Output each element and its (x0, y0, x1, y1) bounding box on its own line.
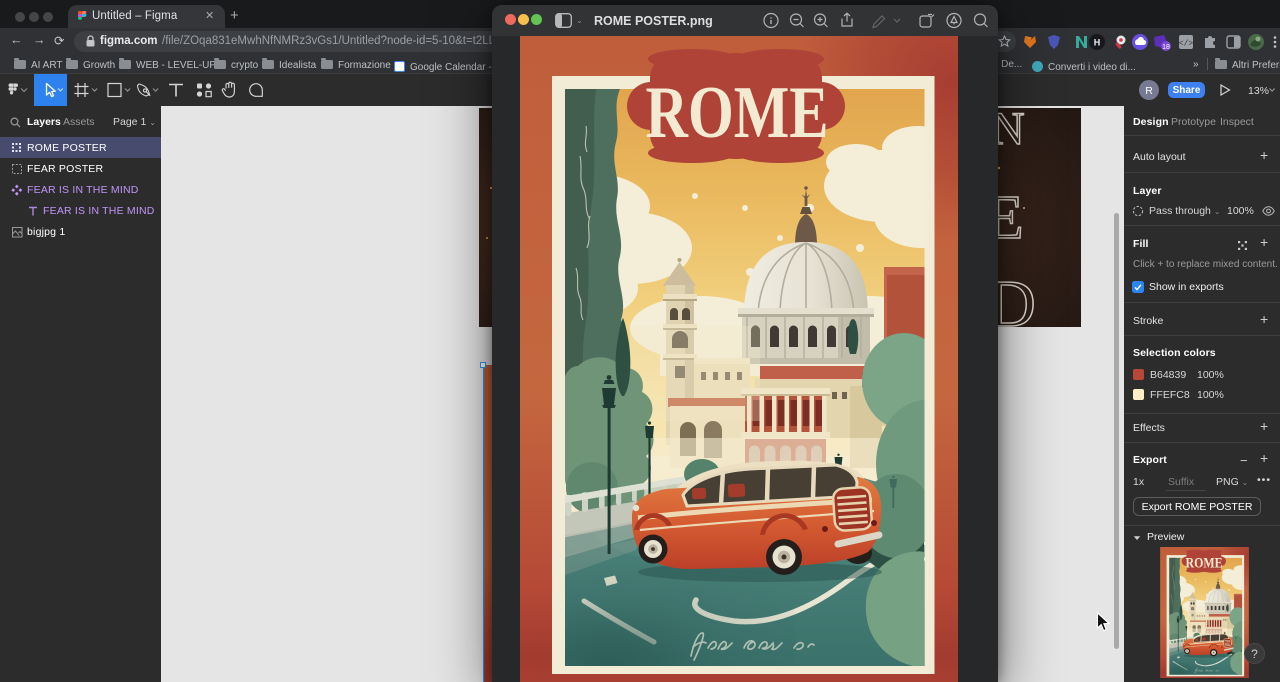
svg-text:13%: 13% (1248, 85, 1269, 97)
svg-text:</>: </> (1179, 40, 1194, 49)
svg-text:Share: Share (1173, 85, 1201, 96)
svg-text:R: R (1145, 85, 1153, 97)
svg-text:H: H (1094, 38, 1101, 48)
svg-text:18: 18 (1162, 44, 1170, 51)
